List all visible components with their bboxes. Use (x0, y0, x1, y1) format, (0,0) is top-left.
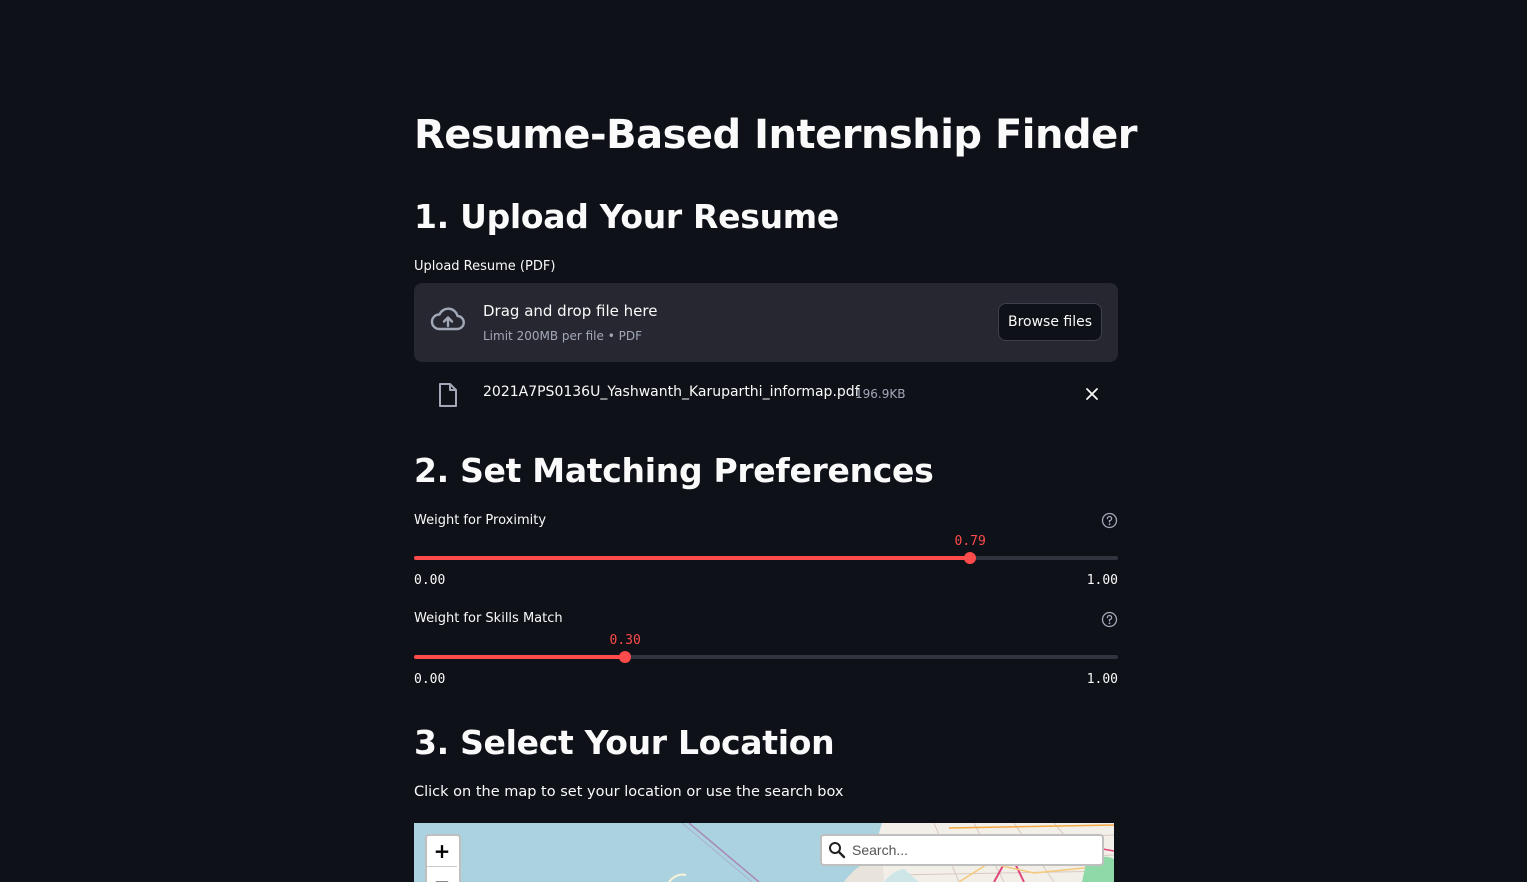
upload-label: Upload Resume (PDF) (414, 259, 556, 274)
question-circle-icon[interactable] (1101, 611, 1118, 628)
uploaded-file-size: 196.9KB (855, 387, 906, 401)
uploaded-file: 2021A7PS0136U_Yashwanth_Karuparthi_infor… (414, 372, 1118, 416)
dropzone-limit: Limit 200MB per file • PDF (483, 329, 642, 343)
location-section-heading: 3. Select Your Location (414, 723, 835, 762)
zoom-in-button[interactable]: + (427, 836, 457, 867)
slider-track[interactable] (414, 556, 1118, 560)
skills-weight-label: Weight for Skills Match (414, 611, 563, 626)
skills-weight-slider[interactable]: 0.30 0.00 1.00 (414, 633, 1118, 687)
file-dropzone[interactable]: Drag and drop file here Limit 200MB per … (414, 283, 1118, 362)
slider-current-value: 0.79 (954, 534, 986, 549)
magnifier-icon (829, 842, 846, 859)
slider-max-label: 1.00 (1086, 672, 1118, 687)
zoom-out-button[interactable]: − (427, 867, 457, 882)
slider-min-label: 0.00 (414, 573, 446, 588)
cloud-upload-icon (430, 307, 465, 331)
uploaded-file-name: 2021A7PS0136U_Yashwanth_Karuparthi_infor… (483, 384, 860, 400)
browse-files-button[interactable]: Browse files (998, 303, 1102, 341)
question-circle-icon[interactable] (1101, 512, 1118, 529)
slider-max-label: 1.00 (1086, 573, 1118, 588)
slider-fill (414, 556, 971, 560)
slider-track[interactable] (414, 655, 1118, 659)
upload-section-heading: 1. Upload Your Resume (414, 197, 839, 236)
slider-fill (414, 655, 626, 659)
map-search-box (820, 834, 1104, 866)
map-instruction: Click on the map to set your location or… (414, 784, 844, 800)
slider-current-value: 0.30 (609, 633, 641, 648)
proximity-weight-label: Weight for Proximity (414, 513, 547, 528)
close-icon[interactable] (1084, 386, 1100, 402)
slider-thumb[interactable] (964, 552, 977, 564)
dropzone-title: Drag and drop file here (483, 302, 658, 320)
file-icon (439, 383, 457, 407)
map-search-input[interactable] (852, 838, 1098, 862)
page-title: Resume-Based Internship Finder (414, 112, 1137, 158)
slider-min-label: 0.00 (414, 672, 446, 687)
preferences-section-heading: 2. Set Matching Preferences (414, 451, 934, 490)
location-map[interactable]: + − (414, 823, 1114, 882)
slider-thumb[interactable] (619, 651, 632, 663)
proximity-weight-slider[interactable]: 0.79 0.00 1.00 (414, 534, 1118, 588)
map-zoom-control: + − (425, 834, 461, 882)
